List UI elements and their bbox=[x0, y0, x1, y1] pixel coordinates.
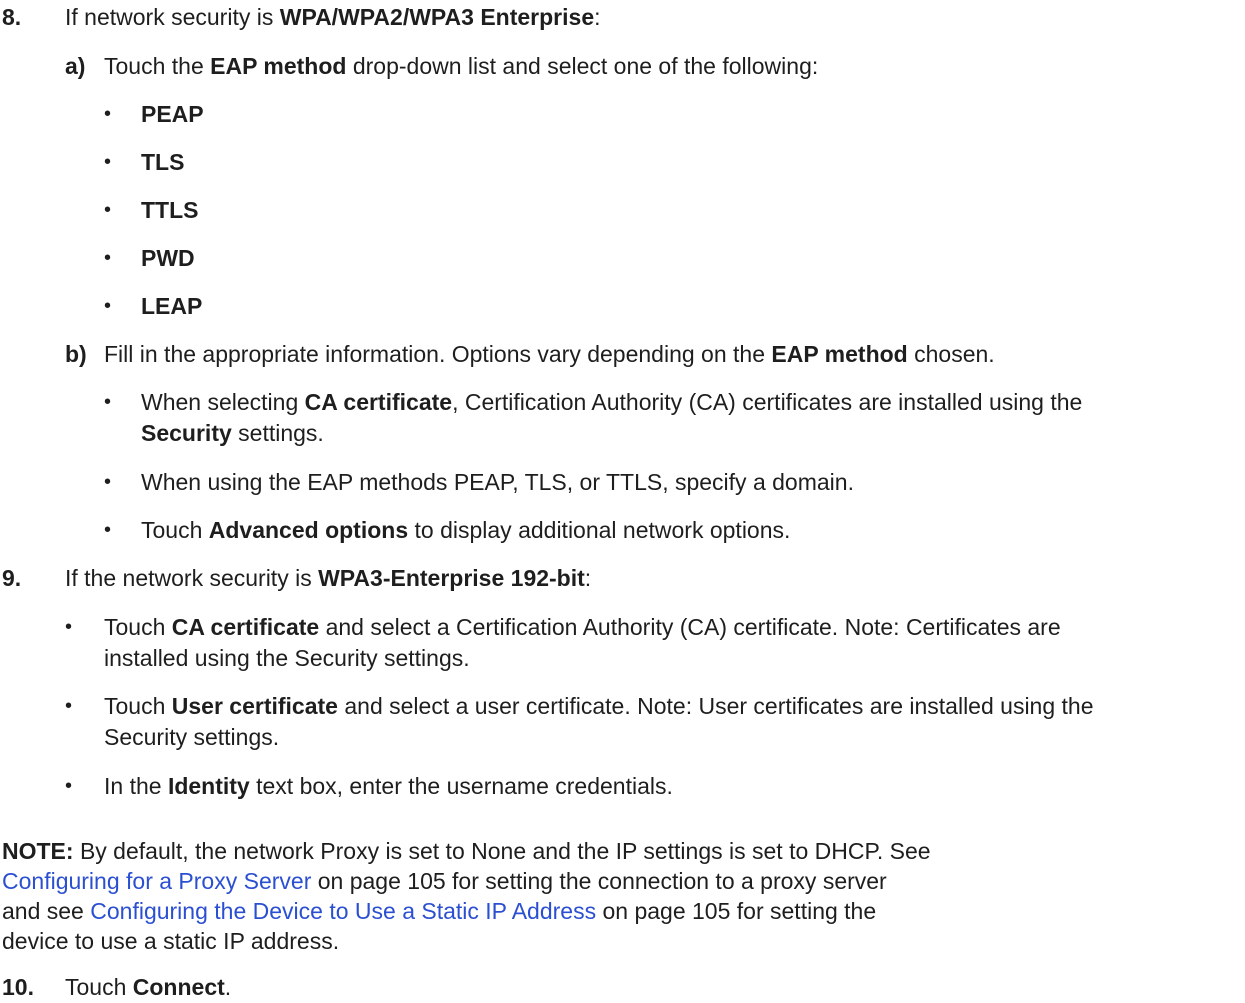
bullet: • bbox=[104, 391, 112, 413]
step-9-bullet-ca-line1: Touch CA certificate and select a Certif… bbox=[104, 614, 1061, 640]
bullet: • bbox=[65, 695, 73, 717]
bullet: • bbox=[104, 295, 112, 317]
step-9-bullet-user-line2: Security settings. bbox=[104, 724, 280, 750]
step-8a-label: a) bbox=[65, 53, 86, 79]
step-8b-text: Fill in the appropriate information. Opt… bbox=[104, 341, 995, 367]
eap-option-tls: TLS bbox=[141, 149, 185, 175]
step-8-text: If network security is WPA/WPA2/WPA3 Ent… bbox=[65, 4, 601, 30]
eap-option-peap: PEAP bbox=[141, 101, 204, 127]
note-line-1: NOTE: By default, the network Proxy is s… bbox=[2, 838, 931, 864]
note-label: NOTE: bbox=[2, 838, 74, 864]
note-line-3: and see Configuring the Device to Use a … bbox=[2, 898, 877, 924]
step-8b-bullet-domain: When using the EAP methods PEAP, TLS, or… bbox=[141, 469, 854, 495]
note-line-4: device to use a static IP address. bbox=[2, 928, 340, 954]
step-9-bullet-identity: In the Identity text box, enter the user… bbox=[104, 773, 673, 799]
note-line-2: Configuring for a Proxy Server on page 1… bbox=[2, 868, 887, 894]
bullet: • bbox=[104, 471, 112, 493]
static-ip-link[interactable]: Configuring the Device to Use a Static I… bbox=[90, 898, 596, 924]
step-8b-bullet-ca-line1: When selecting CA certificate, Certifica… bbox=[141, 389, 1083, 415]
step-8b-bullet-advanced: Touch Advanced options to display additi… bbox=[141, 517, 791, 543]
step-9-text: If the network security is WPA3-Enterpri… bbox=[65, 565, 592, 591]
step-8-number: 8. bbox=[2, 4, 22, 30]
bullet: • bbox=[104, 519, 112, 541]
step-10-number: 10. bbox=[2, 974, 34, 1000]
bullet: • bbox=[104, 151, 112, 173]
eap-option-ttls: TTLS bbox=[141, 197, 199, 223]
bullet: • bbox=[104, 199, 112, 221]
proxy-server-link[interactable]: Configuring for a Proxy Server bbox=[2, 868, 311, 894]
step-8b-bullet-ca-line2: Security settings. bbox=[141, 420, 324, 446]
step-10-text: Touch Connect. bbox=[65, 974, 232, 1000]
bullet: • bbox=[65, 775, 73, 797]
eap-option-leap: LEAP bbox=[141, 293, 203, 319]
step-9-bullet-ca-line2: installed using the Security settings. bbox=[104, 645, 470, 671]
step-8b-label: b) bbox=[65, 341, 87, 367]
eap-option-pwd: PWD bbox=[141, 245, 195, 271]
step-8a-text: Touch the EAP method drop-down list and … bbox=[104, 53, 819, 79]
bullet: • bbox=[104, 247, 112, 269]
step-9-bullet-user-line1: Touch User certificate and select a user… bbox=[104, 693, 1094, 719]
bullet: • bbox=[104, 103, 112, 125]
bullet: • bbox=[65, 616, 73, 638]
step-9-number: 9. bbox=[2, 565, 22, 591]
